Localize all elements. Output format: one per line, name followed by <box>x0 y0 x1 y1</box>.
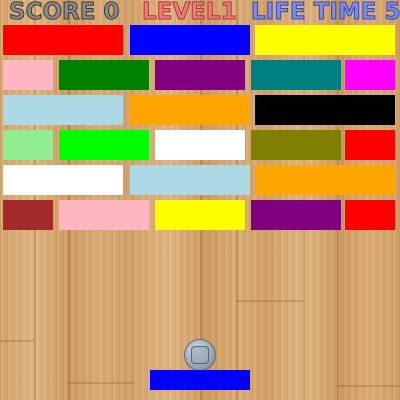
brick <box>130 95 250 125</box>
floor-joint <box>236 300 303 302</box>
brick <box>3 25 123 55</box>
life-display: LIFE TIME 5 <box>251 0 400 26</box>
brick <box>255 95 395 125</box>
ball-center-mark <box>191 346 209 364</box>
brick <box>3 60 53 90</box>
brick <box>251 60 341 90</box>
brick <box>155 130 245 160</box>
brick <box>345 200 395 230</box>
brick <box>255 165 395 195</box>
brick <box>59 200 149 230</box>
brick <box>3 200 53 230</box>
brick <box>255 25 395 55</box>
brick <box>155 60 245 90</box>
ball-icon <box>184 339 216 371</box>
brick <box>3 165 123 195</box>
brick <box>345 60 395 90</box>
brick <box>3 95 123 125</box>
brick <box>3 130 53 160</box>
brick <box>251 200 341 230</box>
brick <box>345 130 395 160</box>
level-display: LEVEL1 <box>142 0 238 26</box>
floor-joint <box>68 382 134 384</box>
floor-joint <box>0 340 34 342</box>
brick <box>59 60 149 90</box>
brick <box>251 130 341 160</box>
brick <box>59 130 149 160</box>
brick <box>155 200 245 230</box>
score-display: SCORE 0 <box>8 0 120 26</box>
brick <box>130 165 250 195</box>
paddle[interactable] <box>150 370 250 390</box>
brick <box>130 25 250 55</box>
game-board[interactable]: SCORE 0 LEVEL1 LIFE TIME 5 <box>0 0 400 400</box>
floor-joint <box>337 385 400 387</box>
